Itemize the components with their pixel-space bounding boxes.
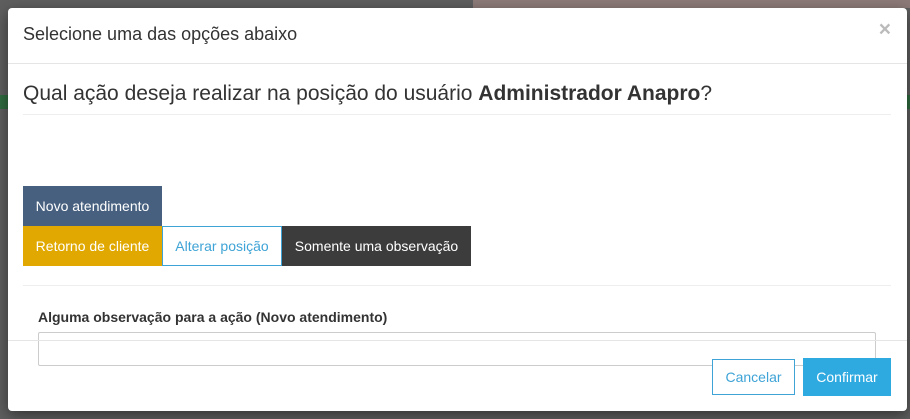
question-user: Administrador Anapro bbox=[478, 82, 701, 105]
question-suffix: ? bbox=[700, 82, 713, 105]
cancel-button[interactable]: Cancelar bbox=[712, 359, 795, 395]
confirm-button[interactable]: Confirmar bbox=[803, 358, 891, 396]
somente-observacao-button[interactable]: Somente uma observação bbox=[282, 226, 471, 266]
background-page-region bbox=[473, 0, 910, 8]
modal-header: Selecione uma das opções abaixo × bbox=[8, 8, 907, 64]
alterar-posicao-button[interactable]: Alterar posição bbox=[162, 226, 282, 266]
question-heading: Qual ação deseja realizar na posição do … bbox=[23, 82, 891, 115]
retorno-cliente-button[interactable]: Retorno de cliente bbox=[23, 226, 162, 266]
modal-body: Qual ação deseja realizar na posição do … bbox=[8, 64, 907, 366]
novo-atendimento-button[interactable]: Novo atendimento bbox=[23, 186, 162, 226]
modal-footer: Cancelar Confirmar bbox=[8, 340, 907, 411]
background-page-strip bbox=[0, 95, 8, 109]
section-divider bbox=[23, 285, 891, 286]
close-icon[interactable]: × bbox=[879, 19, 891, 40]
question-prefix: Qual ação deseja realizar na posição do … bbox=[23, 82, 479, 105]
observation-label: Alguma observação para a ação (Novo aten… bbox=[38, 309, 388, 325]
action-modal: Selecione uma das opções abaixo × Qual a… bbox=[8, 8, 907, 411]
modal-title: Selecione uma das opções abaixo bbox=[23, 24, 298, 44]
